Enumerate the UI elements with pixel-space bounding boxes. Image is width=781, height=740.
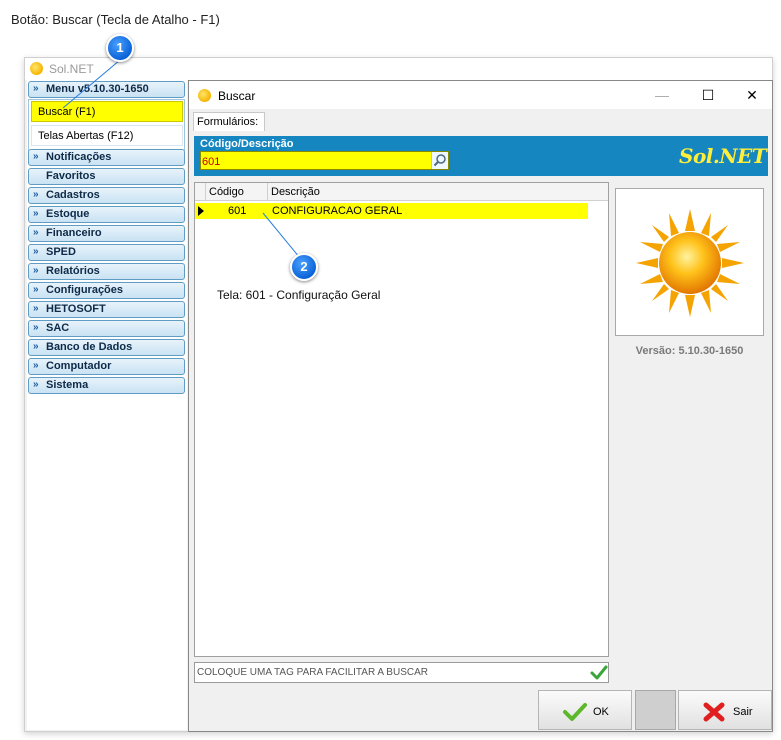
- sidebar-group-label: Computador: [46, 360, 112, 372]
- chevron-right-icon: »: [33, 265, 39, 276]
- tag-input[interactable]: COLOQUE UMA TAG PARA FACILITAR A BUSCAR: [194, 662, 609, 683]
- sidebar-group-relatorios[interactable]: » Relatórios: [28, 263, 185, 280]
- chevron-right-icon: »: [33, 341, 39, 352]
- column-separator: [205, 183, 206, 201]
- app-title: Sol.NET: [49, 62, 94, 76]
- sidebar-group-sistema[interactable]: » Sistema: [28, 377, 185, 394]
- chevron-right-icon: »: [33, 246, 39, 257]
- sun-icon: [30, 62, 43, 75]
- close-button[interactable]: ✕: [737, 85, 767, 105]
- sidebar-group-favoritos[interactable]: Favoritos: [28, 168, 185, 185]
- chevron-right-icon: »: [33, 322, 39, 333]
- sidebar-group-label: Estoque: [46, 208, 90, 220]
- grid-header: Código Descrição: [195, 183, 608, 201]
- sidebar-group-label: Menu v5.10.30-1650: [46, 83, 149, 95]
- column-header-descricao[interactable]: Descrição: [271, 186, 320, 198]
- check-icon[interactable]: [590, 664, 608, 685]
- chevron-right-icon: »: [33, 379, 39, 390]
- sidebar-group-label: Financeiro: [46, 227, 102, 239]
- search-label: Código/Descrição: [200, 138, 294, 150]
- ok-label: OK: [593, 706, 609, 718]
- dialog-title: Buscar: [218, 89, 256, 103]
- maximize-button[interactable]: ☐: [693, 85, 723, 105]
- callout-badge-2: 2: [290, 253, 318, 281]
- sidebar-group-hetosoft[interactable]: » HETOSOFT: [28, 301, 185, 318]
- search-icon[interactable]: [431, 152, 448, 169]
- chevron-right-icon: »: [33, 284, 39, 295]
- tag-placeholder: COLOQUE UMA TAG PARA FACILITAR A BUSCAR: [197, 667, 428, 678]
- version-label: Versão: 5.10.30-1650: [635, 345, 744, 357]
- table-row[interactable]: 601 CONFIGURACAO GERAL: [195, 203, 588, 219]
- chevron-down-icon: »: [33, 83, 39, 94]
- blank-button[interactable]: [635, 690, 676, 730]
- exit-button[interactable]: Sair: [678, 690, 772, 730]
- document-title: Botão: Buscar (Tecla de Atalho - F1): [11, 12, 220, 27]
- search-dialog: Buscar — ☐ ✕ Formulários: Código/Descriç…: [188, 80, 773, 732]
- sidebar-group-label: HETOSOFT: [46, 303, 106, 315]
- app-window: Sol.NET » Menu v5.10.30-1650 Buscar (F1)…: [24, 57, 773, 732]
- sidebar-group-label: Cadastros: [46, 189, 100, 201]
- tab-formularios[interactable]: Formulários:: [193, 112, 266, 131]
- sidebar-group-menu[interactable]: » Menu v5.10.30-1650: [28, 81, 185, 98]
- sidebar-item-buscar[interactable]: Buscar (F1): [31, 101, 183, 122]
- sidebar-group-configuracoes[interactable]: » Configurações: [28, 282, 185, 299]
- results-grid[interactable]: Código Descrição 601 CONFIGURACAO GERAL: [194, 182, 609, 657]
- ok-button[interactable]: OK: [538, 690, 632, 730]
- chevron-right-icon: »: [33, 303, 39, 314]
- sidebar-group-label: Favoritos: [46, 170, 96, 182]
- brand-logo: Sol.NET: [679, 144, 767, 168]
- dialog-titlebar: Buscar — ☐ ✕: [189, 81, 772, 109]
- search-input[interactable]: [200, 151, 449, 170]
- sun-image-panel: [615, 188, 764, 336]
- sidebar-group-notificacoes[interactable]: » Notificações: [28, 149, 185, 166]
- annotation-text: Tela: 601 - Configuração Geral: [217, 288, 381, 302]
- cell-description: CONFIGURACAO GERAL: [272, 205, 403, 217]
- sidebar-group-cadastros[interactable]: » Cadastros: [28, 187, 185, 204]
- tab-strip: Formulários:: [189, 109, 772, 131]
- check-icon: [563, 702, 587, 725]
- app-titlebar: Sol.NET: [25, 58, 772, 80]
- callout-badge-1: 1: [106, 34, 134, 62]
- sidebar-group-label: Notificações: [46, 151, 112, 163]
- sidebar-open-panel: Buscar (F1) Telas Abertas (F12): [28, 99, 185, 151]
- sidebar-menu: » Menu v5.10.30-1650 Buscar (F1) Telas A…: [27, 80, 187, 730]
- sidebar-group-financeiro[interactable]: » Financeiro: [28, 225, 185, 242]
- sidebar-group-computador[interactable]: » Computador: [28, 358, 185, 375]
- sidebar-group-sped[interactable]: » SPED: [28, 244, 185, 261]
- minimize-button[interactable]: —: [647, 85, 677, 105]
- sidebar-group-banco-de-dados[interactable]: » Banco de Dados: [28, 339, 185, 356]
- exit-label: Sair: [733, 706, 753, 718]
- close-icon: [703, 702, 725, 725]
- sidebar-item-telas-abertas[interactable]: Telas Abertas (F12): [31, 125, 183, 146]
- chevron-right-icon: »: [33, 208, 39, 219]
- sidebar-group-label: Configurações: [46, 284, 124, 296]
- sidebar-group-label: SPED: [46, 246, 76, 258]
- search-band: Código/Descrição Sol.NET: [194, 136, 768, 176]
- chevron-right-icon: »: [33, 227, 39, 238]
- sun-icon: [198, 89, 211, 102]
- row-indicator-icon: [198, 206, 204, 216]
- sidebar-group-label: Sistema: [46, 379, 89, 391]
- sidebar-group-sac[interactable]: » SAC: [28, 320, 185, 337]
- sidebar-group-estoque[interactable]: » Estoque: [28, 206, 185, 223]
- sidebar-group-label: SAC: [46, 322, 70, 334]
- cell-code: 601: [228, 205, 247, 217]
- column-header-codigo[interactable]: Código: [209, 186, 244, 198]
- sidebar-group-label: Relatórios: [46, 265, 100, 277]
- column-separator: [267, 183, 268, 201]
- sidebar-group-label: Banco de Dados: [46, 341, 133, 353]
- sun-icon: [636, 209, 744, 317]
- chevron-right-icon: »: [33, 360, 39, 371]
- chevron-right-icon: »: [33, 189, 39, 200]
- chevron-right-icon: »: [33, 151, 39, 162]
